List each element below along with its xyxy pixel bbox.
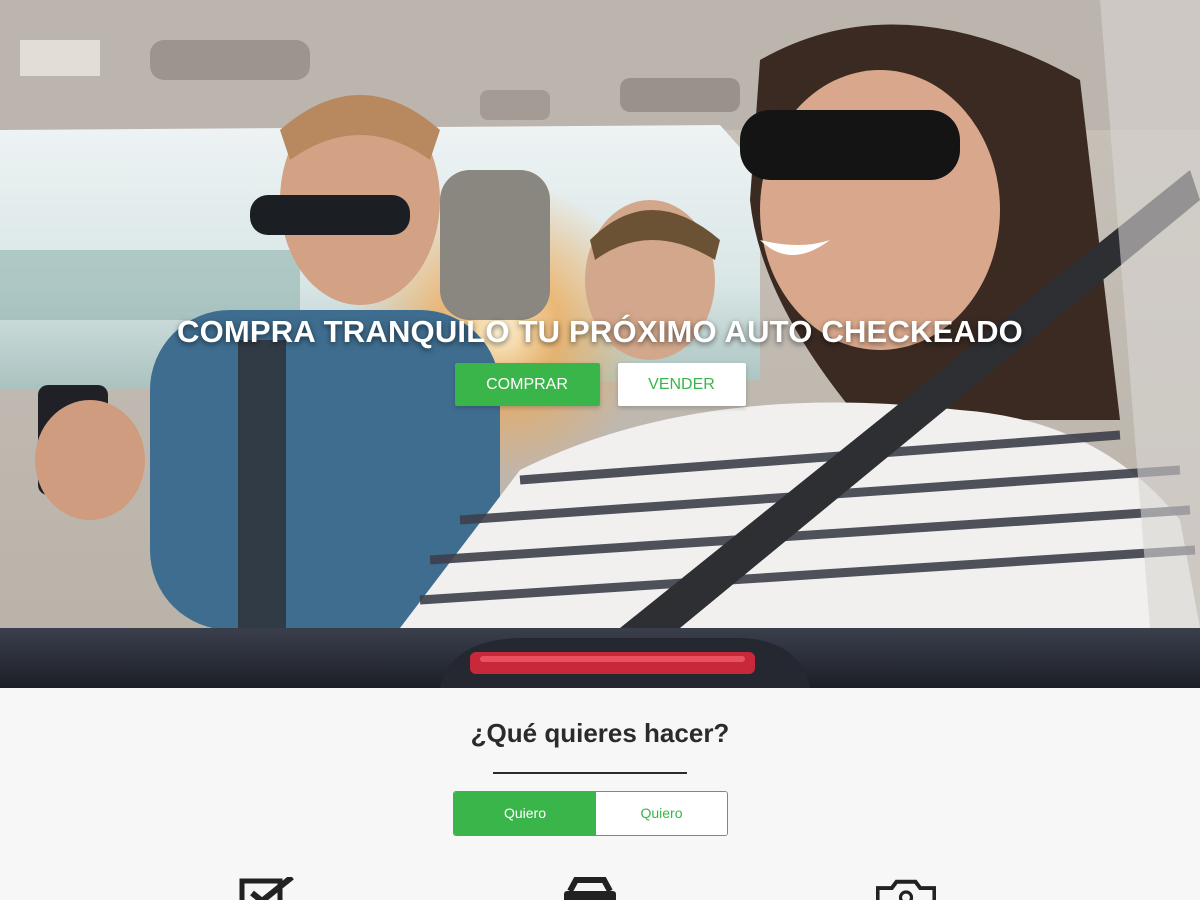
hero-banner: COMPRA TRANQUILO TU PRÓXIMO AUTO CHECKEA… — [0, 0, 1200, 688]
hero-buttons: COMPRAR VENDER — [0, 363, 1200, 406]
car-icon — [564, 877, 616, 900]
buy-button[interactable]: COMPRAR — [454, 363, 600, 406]
toggle-sell-button[interactable]: Quiero VENDER — [596, 792, 727, 835]
hero-content: COMPRA TRANQUILO TU PRÓXIMO AUTO CHECKEA… — [0, 312, 1200, 406]
title-divider — [493, 772, 687, 774]
checklist-icon — [239, 877, 294, 900]
buy-sell-toggle: Quiero COMPRAR Quiero VENDER — [453, 791, 728, 836]
section-title: ¿Qué quieres hacer? — [470, 718, 730, 748]
toggle-buy-button[interactable]: Quiero COMPRAR — [454, 792, 596, 835]
what-to-do-section: ¿Qué quieres hacer? Quiero COMPRAR Quier… — [0, 688, 1200, 900]
camera-icon — [876, 879, 936, 900]
hero-title: COMPRA TRANQUILO TU PRÓXIMO AUTO CHECKEA… — [177, 314, 1023, 349]
sell-button[interactable]: VENDER — [617, 363, 746, 406]
